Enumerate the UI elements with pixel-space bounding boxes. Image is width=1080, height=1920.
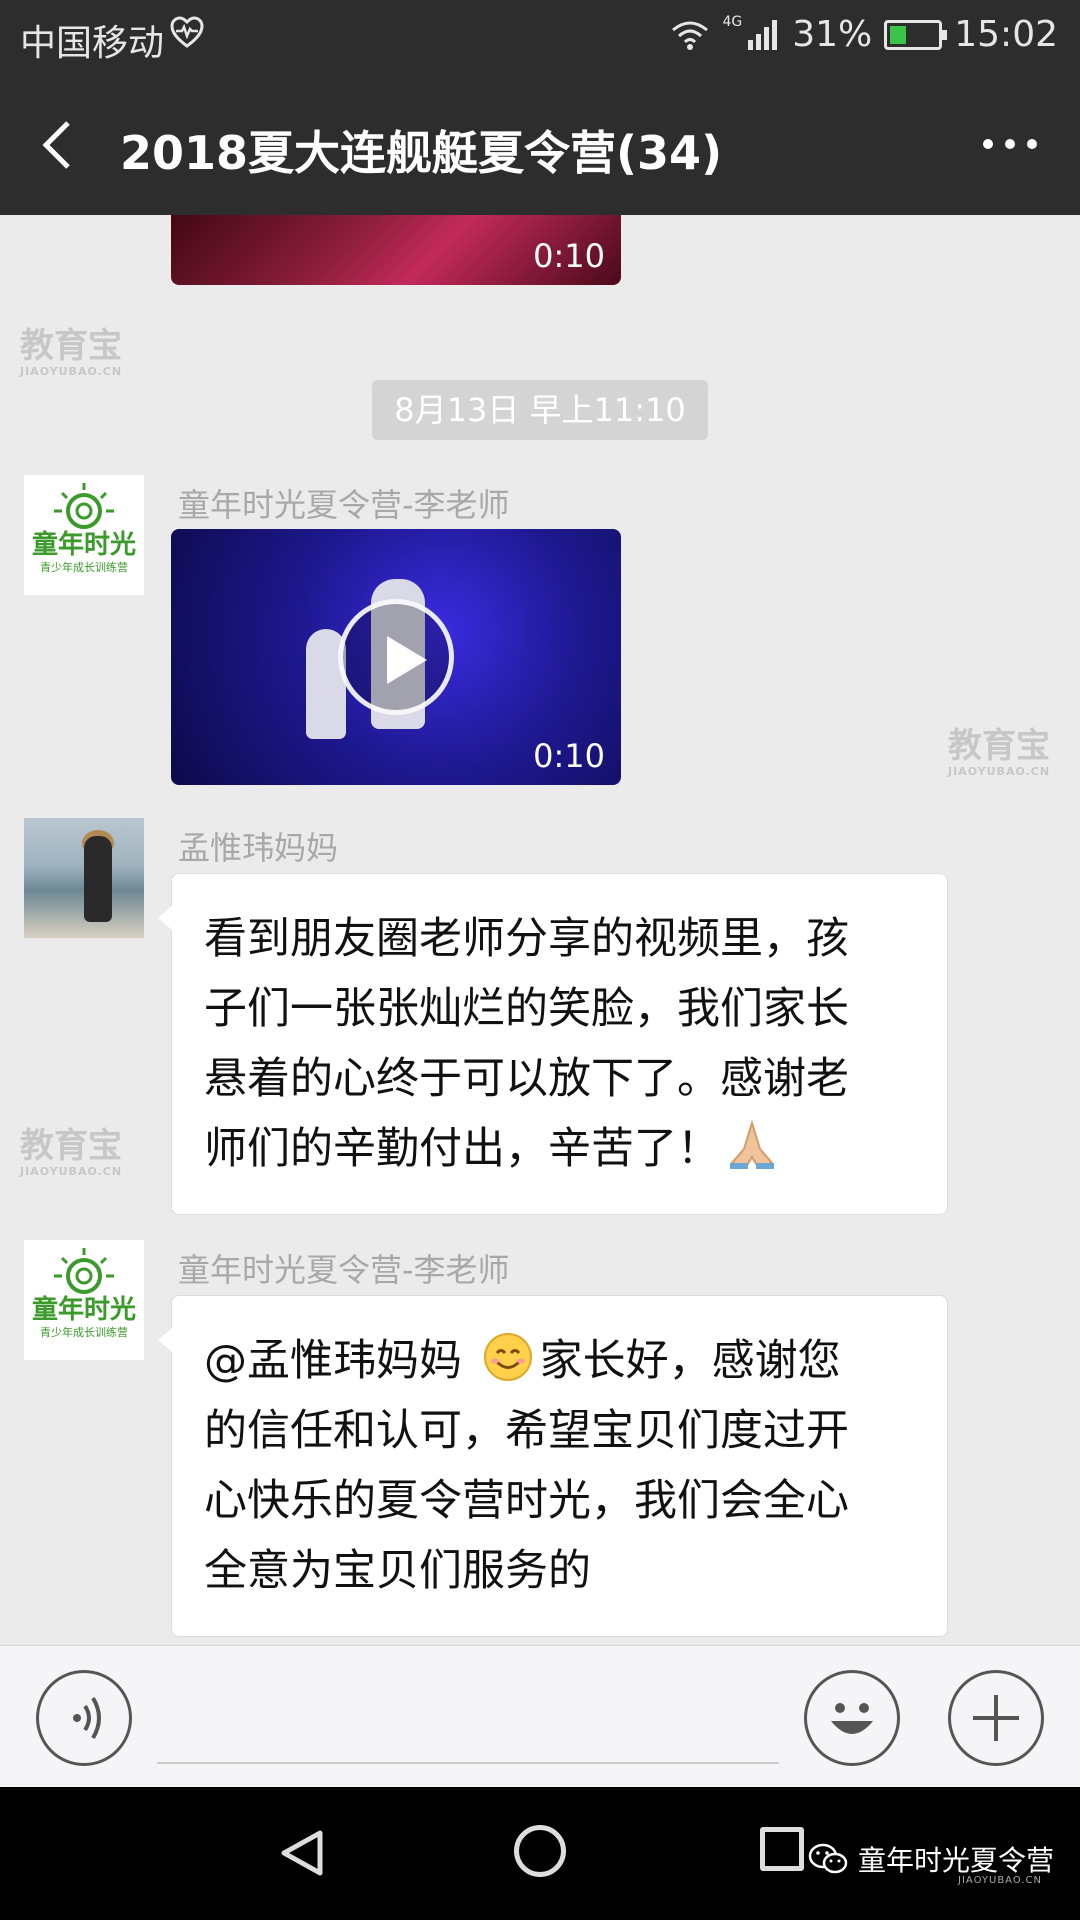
logo-tagline: 青少年成长训练营 — [40, 1325, 128, 1339]
mention: @孟惟玮妈妈 — [204, 1336, 476, 1386]
network-type: 4G — [722, 14, 743, 30]
sender-name: 童年时光夏令营-李老师 — [178, 1251, 510, 1289]
chat-header: 2018夏大连舰艇夏令营(34) — [0, 75, 1080, 215]
input-bar — [0, 1645, 1080, 1787]
plus-button[interactable] — [948, 1670, 1044, 1766]
message-bubble[interactable]: @孟惟玮妈妈 家长好，感谢您 的信任和认可，希望宝贝们度过开 心快乐的夏令营时光… — [158, 1295, 948, 1637]
watermark: 教育宝 JIAOYUBAO.CN — [948, 726, 1051, 778]
watermark: 教育宝 JIAOYUBAO.CN — [20, 326, 123, 378]
logo-name: 童年时光 — [32, 529, 136, 560]
nav-recent-icon[interactable] — [760, 1827, 804, 1871]
heart-icon — [170, 16, 204, 48]
brand-url: JIAOYUBAO.CN — [958, 1875, 1042, 1886]
wifi-icon — [672, 21, 709, 50]
message-line: 看到朋友圈老师分享的视频里，孩 — [204, 914, 849, 964]
plus-icon — [973, 1695, 1019, 1741]
video-duration: 0:10 — [533, 237, 605, 275]
avatar[interactable] — [24, 818, 144, 938]
back-icon[interactable] — [36, 115, 86, 175]
nav-back-icon[interactable] — [276, 1827, 328, 1879]
message-line: 师们的辛勤付出，辛苦了！ — [204, 1114, 915, 1184]
logo-name: 童年时光 — [32, 1294, 136, 1325]
battery-icon — [884, 19, 948, 50]
timestamp: 8月13日 早上11:10 — [372, 380, 708, 440]
watermark: 教育宝 JIAOYUBAO.CN — [20, 1126, 123, 1178]
battery-percent: 31% — [792, 14, 873, 55]
clock: 15:02 — [954, 14, 1058, 55]
status-icons: 4G 31% 15:02 — [670, 14, 1058, 55]
navigation-bar: 童年时光夏令营 JIAOYUBAO.CN — [0, 1787, 1080, 1920]
message-line: 心快乐的夏令营时光，我们会全心 — [204, 1476, 849, 1526]
logo-icon: 童年时光 青少年成长训练营 — [32, 1248, 136, 1339]
message-line: 悬着的心终于可以放下了。感谢老 — [204, 1054, 849, 1104]
emoji-button[interactable] — [804, 1670, 900, 1766]
voice-button[interactable] — [36, 1670, 132, 1766]
avatar[interactable]: 童年时光 青少年成长训练营 — [24, 475, 144, 595]
chat-title: 2018夏大连舰艇夏令营(34) — [120, 126, 723, 180]
more-icon[interactable] — [980, 129, 1040, 159]
pray-emoji — [730, 1119, 774, 1169]
avatar[interactable]: 童年时光 青少年成长训练营 — [24, 1240, 144, 1360]
message-line: 的信任和认可，希望宝贝们度过开 — [204, 1406, 849, 1456]
voice-icon — [73, 1696, 101, 1740]
logo-icon: 童年时光 青少年成长训练营 — [32, 483, 136, 574]
emoji-icon — [831, 1703, 873, 1734]
message-input[interactable] — [157, 1762, 779, 1764]
sender-name: 童年时光夏令营-李老师 — [178, 486, 510, 524]
chat-area[interactable]: 0:10 教育宝 JIAOYUBAO.CN 8月13日 早上11:10 童年时光 … — [0, 215, 1080, 1645]
play-icon[interactable] — [338, 599, 454, 715]
status-bar: 中国移动 4G 31% 15:02 — [0, 0, 1080, 75]
video-message[interactable]: 0:10 — [171, 529, 621, 785]
nav-home-icon[interactable] — [514, 1825, 566, 1877]
brand-name: 童年时光夏令营 — [858, 1844, 1055, 1877]
signal-icon — [748, 19, 778, 50]
video-message[interactable]: 0:10 — [171, 215, 621, 285]
message-line: 全意为宝贝们服务的 — [204, 1546, 591, 1596]
logo-tagline: 青少年成长训练营 — [40, 560, 128, 574]
video-duration: 0:10 — [533, 737, 605, 775]
message-bubble[interactable]: 看到朋友圈老师分享的视频里，孩 子们一张张灿烂的笑脸，我们家长 悬着的心终于可以… — [158, 873, 948, 1215]
message-line: @孟惟玮妈妈 家长好，感谢您 — [204, 1326, 915, 1396]
wechat-icon — [808, 1843, 848, 1874]
footer-brand: 童年时光夏令营 JIAOYUBAO.CN — [808, 1839, 1055, 1886]
smile-emoji — [483, 1333, 532, 1381]
sender-name: 孟惟玮妈妈 — [178, 829, 339, 867]
carrier-label: 中国移动 — [20, 23, 165, 64]
message-line: 子们一张张灿烂的笑脸，我们家长 — [204, 984, 849, 1034]
